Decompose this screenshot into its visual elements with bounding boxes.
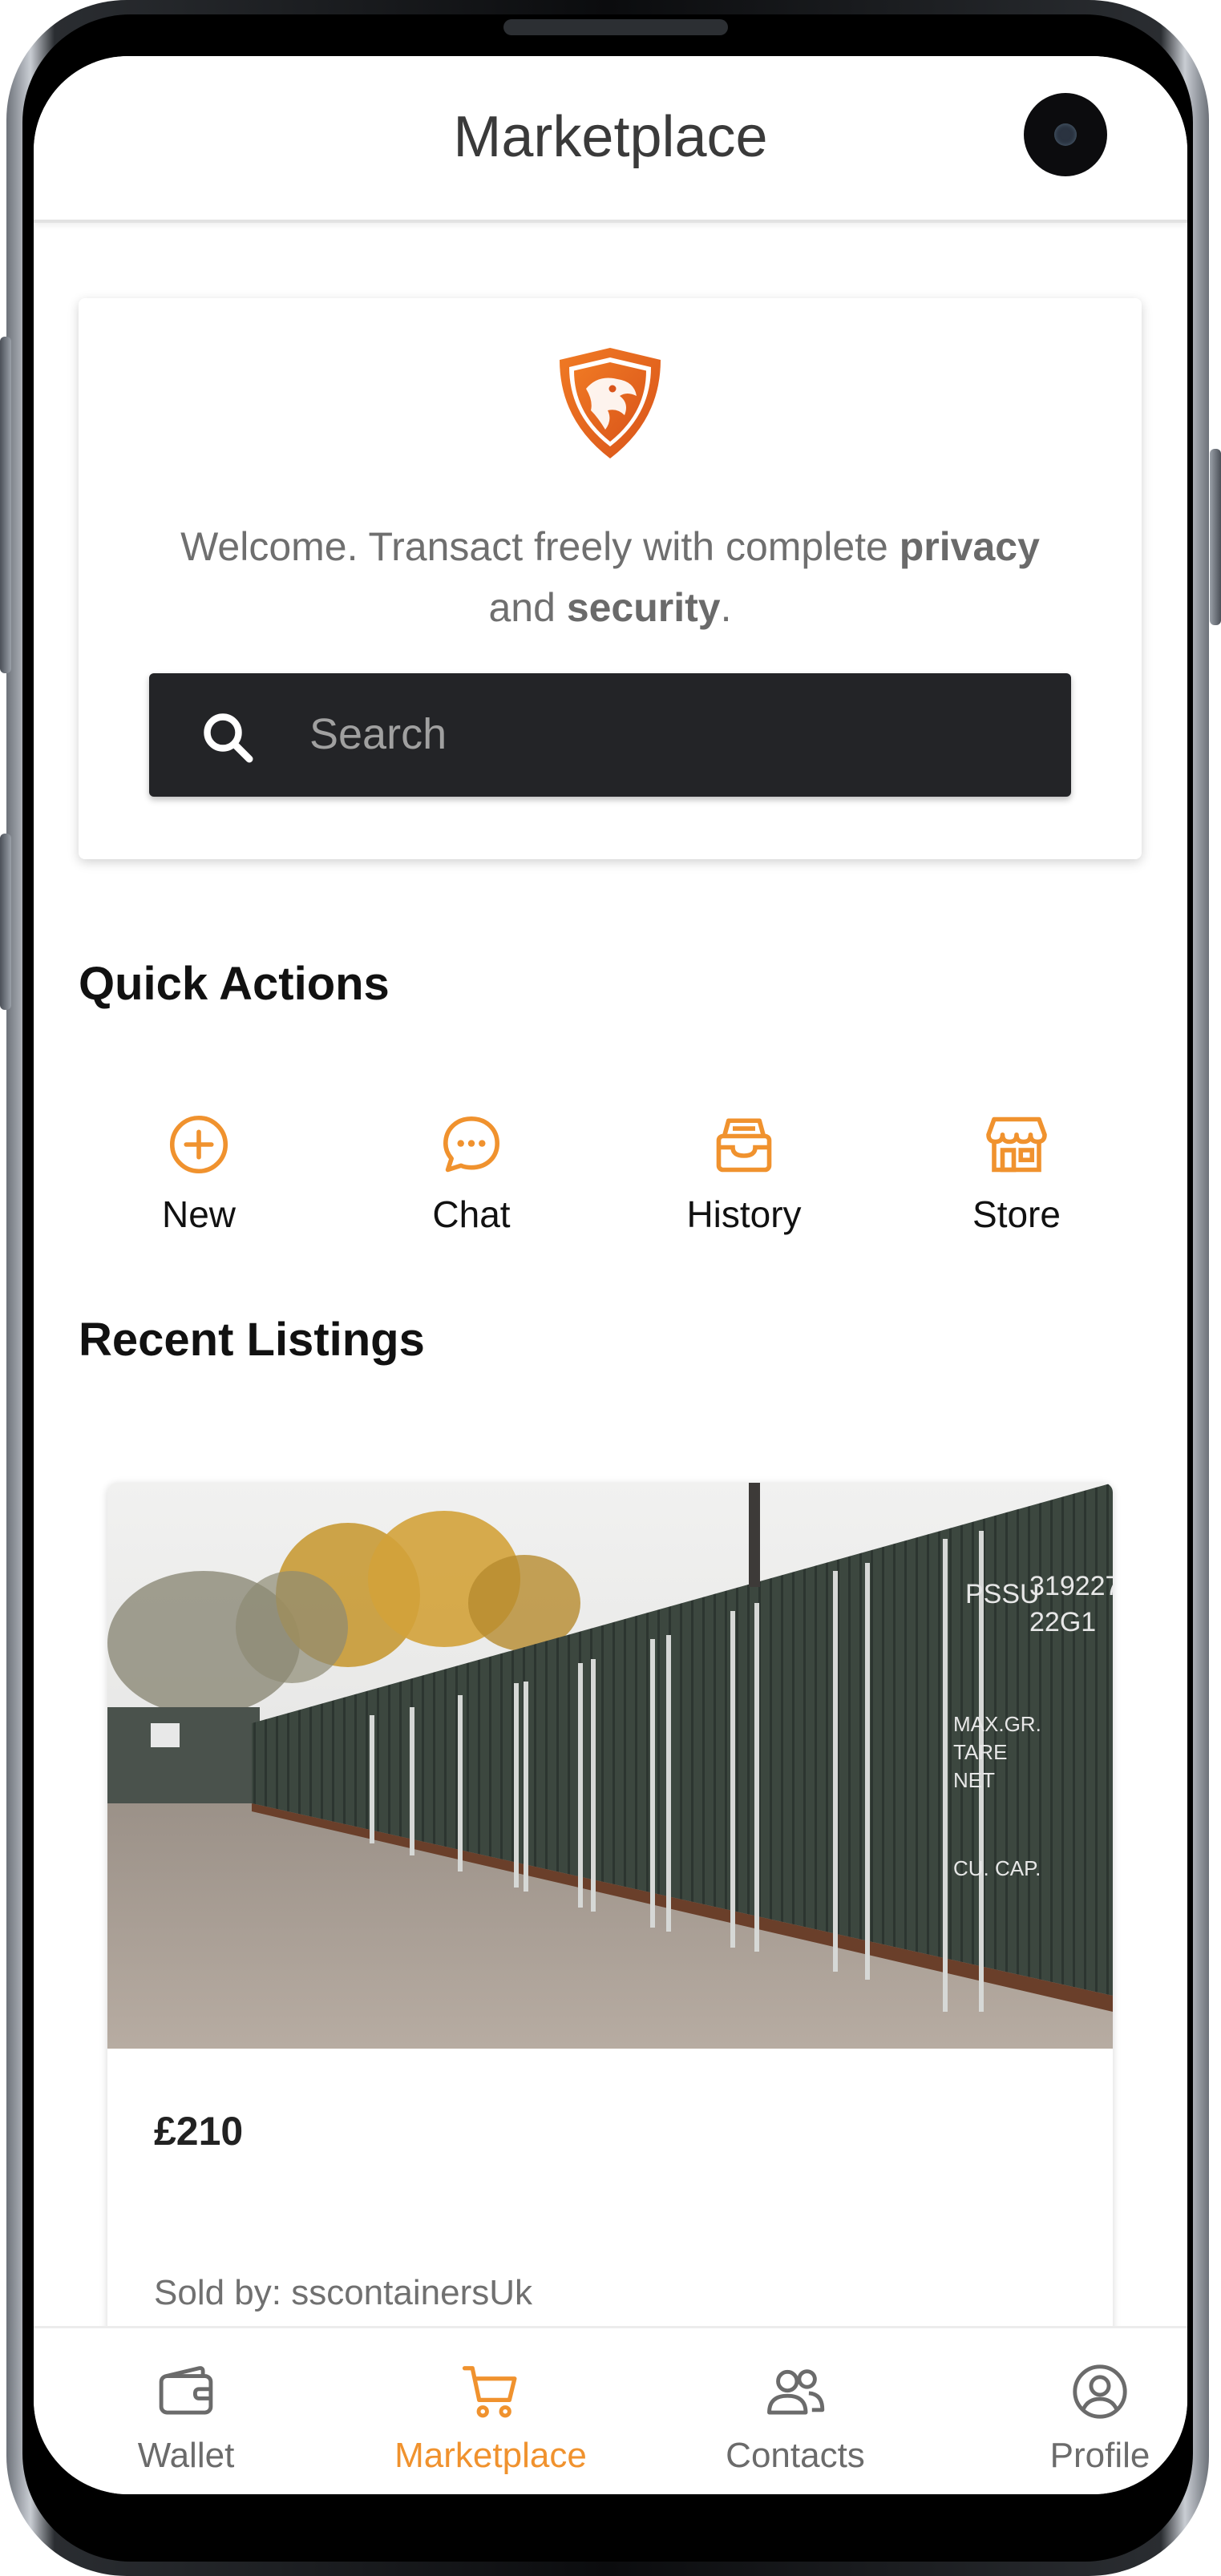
plus-circle-icon <box>169 1115 228 1174</box>
side-button-right-power <box>1210 449 1221 625</box>
search-icon[interactable] <box>199 709 257 766</box>
nav-item-profile[interactable]: Profile <box>964 2360 1187 2476</box>
bottom-navigation: Wallet Marketplace Contacts Profile <box>34 2326 1187 2494</box>
inbox-tray-icon <box>716 1118 772 1173</box>
wallet-icon <box>159 2366 213 2415</box>
nav-item-contacts[interactable]: Contacts <box>659 2360 932 2476</box>
quick-action-label: History <box>686 1193 802 1235</box>
quick-action-chat[interactable]: Chat <box>351 1111 592 1271</box>
page-title: Marketplace <box>453 105 768 169</box>
security-emphasis: security <box>566 585 721 630</box>
welcome-text-part: and <box>488 585 567 630</box>
listing-image[interactable]: PSSU 319227 22G1 MAX.GR. TARE NET CU. CA… <box>107 1483 1113 2049</box>
user-circle-icon <box>1073 2364 1127 2419</box>
earpiece-speaker <box>503 19 728 35</box>
quick-action-label: New <box>161 1193 237 1235</box>
dragon-shield-logo-icon <box>560 348 661 458</box>
svg-text:MAX.GR.: MAX.GR. <box>953 1712 1041 1736</box>
nav-label: Profile <box>1049 2436 1150 2475</box>
nav-label: Contacts <box>726 2436 865 2475</box>
svg-text:PSSU: PSSU <box>965 1579 1040 1609</box>
quick-action-label: Chat <box>432 1193 511 1235</box>
svg-text:22G1: 22G1 <box>1029 1607 1096 1637</box>
nav-label: Marketplace <box>394 2436 587 2475</box>
quick-actions-heading: Quick Actions <box>79 958 390 1010</box>
front-camera <box>1024 93 1107 176</box>
listing-card[interactable]: PSSU 319227 22G1 MAX.GR. TARE NET CU. CA… <box>107 1483 1113 2445</box>
quick-action-store[interactable]: Store <box>896 1111 1137 1271</box>
phone-screen: Marketplace Welcome. Transact freely wit… <box>34 56 1187 2494</box>
listing-price: £210 <box>154 2109 244 2154</box>
cart-icon <box>462 2366 517 2418</box>
welcome-message: Welcome. Transact freely with complete p… <box>143 516 1077 638</box>
privacy-emphasis: privacy <box>899 524 1040 569</box>
recent-listings-heading: Recent Listings <box>79 1314 425 1366</box>
svg-text:NET: NET <box>953 1768 995 1792</box>
app-header: Marketplace <box>34 56 1187 223</box>
quick-actions-row: New Chat History Store <box>79 1111 1142 1271</box>
svg-text:TARE: TARE <box>953 1740 1007 1764</box>
side-button-left-bixby <box>0 834 11 1010</box>
quick-action-new[interactable]: New <box>79 1111 319 1271</box>
quick-action-history[interactable]: History <box>624 1111 864 1271</box>
welcome-text-part: . <box>720 585 732 630</box>
chat-bubble-icon <box>443 1116 499 1173</box>
side-button-left-volume <box>0 337 11 673</box>
quick-action-label: Store <box>972 1193 1061 1235</box>
svg-text:CU. CAP.: CU. CAP. <box>953 1856 1041 1880</box>
search-bar[interactable] <box>149 673 1071 797</box>
listing-seller: Sold by: sscontainersUk <box>154 2273 532 2312</box>
nav-label: Wallet <box>137 2436 235 2475</box>
welcome-card: Welcome. Transact freely with complete p… <box>79 298 1142 859</box>
welcome-text-part: Welcome. Transact freely with complete <box>180 524 900 569</box>
users-icon <box>767 2369 825 2415</box>
svg-text:319227: 319227 <box>1029 1571 1113 1601</box>
nav-item-marketplace[interactable]: Marketplace <box>354 2360 627 2476</box>
storefront-icon <box>986 1116 1047 1173</box>
nav-item-wallet[interactable]: Wallet <box>50 2360 322 2476</box>
search-input[interactable] <box>309 697 1031 771</box>
